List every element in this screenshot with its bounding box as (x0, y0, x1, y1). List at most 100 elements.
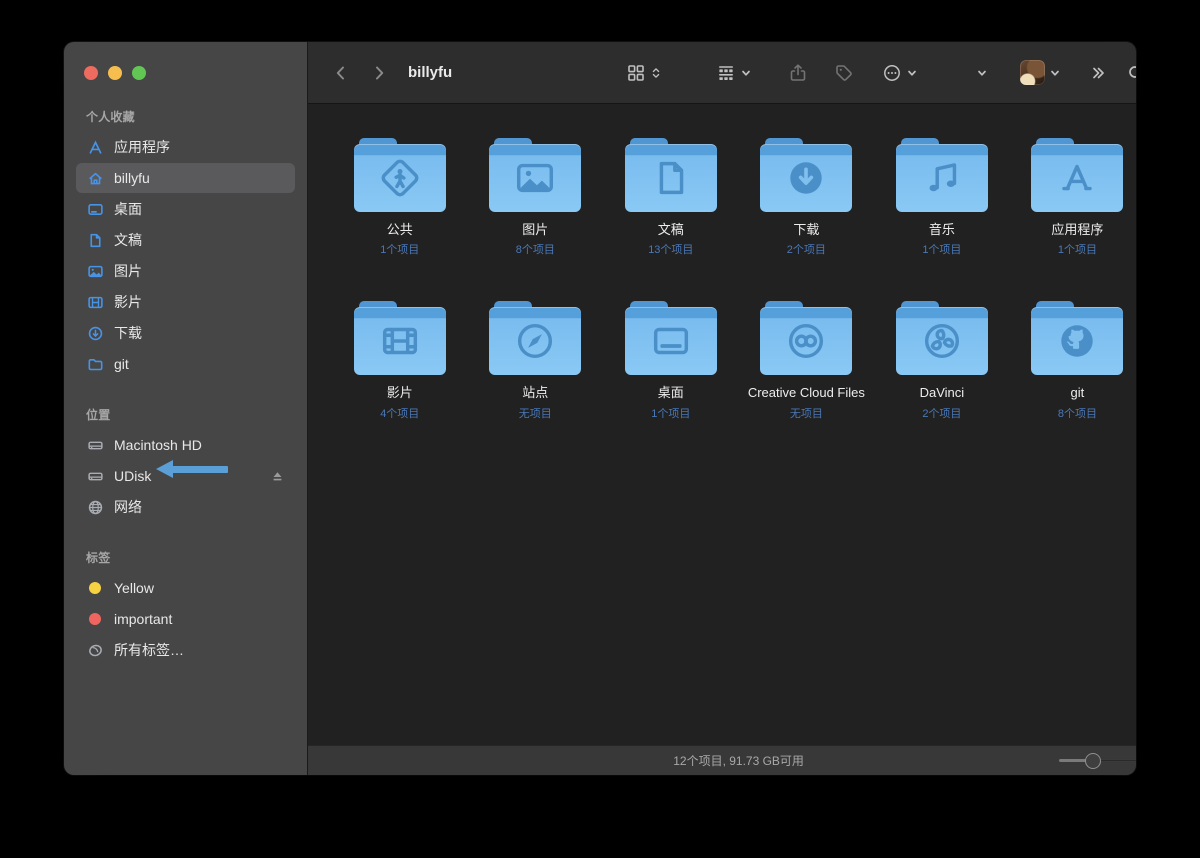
main-area: billyfu (308, 42, 1136, 775)
window-controls (76, 42, 295, 98)
window-title: billyfu (408, 64, 452, 81)
tags-header: 标签 (76, 539, 295, 572)
download-circle-glyph (783, 155, 829, 201)
film-glyph (377, 318, 423, 364)
locations-header: 位置 (76, 396, 295, 429)
sidebar-item-applications[interactable]: 应用程序 (76, 132, 295, 162)
desktop-icon (86, 200, 104, 218)
sidebar-item-label: Macintosh HD (114, 437, 202, 453)
share-icon (788, 63, 808, 83)
sidebar-tag-important[interactable]: important (76, 604, 295, 634)
sidebar-item-label: 文稿 (114, 230, 142, 250)
view-switcher[interactable] (620, 59, 668, 87)
updown-chevrons-icon (650, 67, 662, 79)
sidebar: 个人收藏 应用程序 billyfu 桌面 文稿 图片 影片 下载 (64, 42, 308, 775)
sidebar-item-label: 所有标签… (114, 640, 184, 660)
sidebar-item-label: 影片 (114, 292, 142, 312)
document-icon (86, 231, 104, 249)
more-actions-control[interactable] (876, 59, 924, 87)
group-by-control[interactable] (710, 59, 758, 87)
sidebar-item-label: 网络 (114, 497, 142, 517)
sidebar-item-downloads[interactable]: 下载 (76, 318, 295, 348)
film-icon (86, 293, 104, 311)
sidebar-item-pictures[interactable]: 图片 (76, 256, 295, 286)
desktop-glyph (648, 318, 694, 364)
app-store-icon (86, 138, 104, 156)
chevron-down-icon (976, 67, 988, 79)
sidebar-all-tags[interactable]: 所有标签… (76, 635, 295, 665)
back-button[interactable] (326, 58, 356, 88)
home-icon (86, 169, 104, 187)
close-button[interactable] (84, 66, 98, 80)
folder-item-public[interactable]: 公共 1个项目 (332, 138, 468, 257)
davinci-resolve-glyph (919, 318, 965, 364)
sidebar-item-udisk[interactable]: UDisk (76, 461, 295, 491)
toolbar: billyfu (308, 42, 1136, 104)
avatar (1020, 60, 1045, 85)
sidebar-item-home[interactable]: billyfu (76, 163, 295, 193)
tags-button[interactable] (828, 59, 860, 87)
eject-icon[interactable] (270, 469, 285, 484)
folder-item-davinci[interactable]: DaVinci 2个项目 (874, 301, 1010, 420)
folder-item-pictures[interactable]: 图片 8个项目 (468, 138, 604, 257)
icon-size-slider[interactable] (1059, 753, 1136, 769)
folder-item-music[interactable]: 音乐 1个项目 (874, 138, 1010, 257)
red-tag-icon (86, 610, 104, 628)
sidebar-item-label: 下载 (114, 323, 142, 343)
folder-icon (86, 355, 104, 373)
sidebar-item-documents[interactable]: 文稿 (76, 225, 295, 255)
all-tags-icon (86, 641, 104, 659)
yellow-tag-icon (86, 579, 104, 597)
chevron-down-icon (1049, 67, 1061, 79)
status-bar: 12个项目, 91.73 GB可用 (308, 745, 1136, 775)
minimize-button[interactable] (108, 66, 122, 80)
sidebar-item-label: UDisk (114, 468, 151, 484)
account-control[interactable] (1014, 56, 1067, 89)
folder-item-sites[interactable]: 站点 无项目 (468, 301, 604, 420)
search-icon[interactable] (1121, 58, 1136, 88)
pedestrian-sign-glyph (377, 155, 423, 201)
sidebar-item-git[interactable]: git (76, 349, 295, 379)
sidebar-item-label: 应用程序 (114, 137, 170, 157)
folder-item-movies[interactable]: 影片 4个项目 (332, 301, 468, 420)
folder-item-applications[interactable]: 应用程序 1个项目 (1010, 138, 1136, 257)
globe-icon (86, 498, 104, 516)
icon-view-icon (626, 63, 646, 83)
download-icon (86, 324, 104, 342)
folder-item-creative-cloud[interactable]: Creative Cloud Files 无项目 (739, 301, 875, 420)
folder-item-documents[interactable]: 文稿 13个项目 (603, 138, 739, 257)
overflow-chevrons-icon[interactable] (1083, 58, 1113, 88)
sidebar-item-label: billyfu (114, 170, 150, 186)
sidebar-item-label: 桌面 (114, 199, 142, 219)
creative-cloud-glyph (783, 318, 829, 364)
document-glyph (648, 155, 694, 201)
ellipsis-circle-icon (882, 63, 902, 83)
music-note-glyph (919, 155, 965, 201)
group-by-icon (716, 63, 736, 83)
folder-item-git[interactable]: git 8个项目 (1010, 301, 1136, 420)
sidebar-item-network[interactable]: 网络 (76, 492, 295, 522)
zoom-button[interactable] (132, 66, 146, 80)
status-text: 12个项目, 91.73 GB可用 (673, 752, 804, 769)
folder-item-downloads[interactable]: 下载 2个项目 (739, 138, 875, 257)
folder-item-desktop[interactable]: 桌面 1个项目 (603, 301, 739, 420)
github-glyph (1054, 318, 1100, 364)
sidebar-item-movies[interactable]: 影片 (76, 287, 295, 317)
chevron-down-icon (740, 67, 752, 79)
sidebar-item-desktop[interactable]: 桌面 (76, 194, 295, 224)
compass-glyph (512, 318, 558, 364)
sidebar-item-macintosh-hd[interactable]: Macintosh HD (76, 430, 295, 460)
collapsed-item-control[interactable] (970, 63, 994, 83)
share-button[interactable] (782, 59, 814, 87)
sidebar-item-label: Yellow (114, 580, 154, 596)
slider-knob[interactable] (1085, 753, 1101, 769)
favorites-header: 个人收藏 (76, 98, 295, 131)
sidebar-item-label: git (114, 356, 129, 372)
harddrive-icon (86, 467, 104, 485)
forward-button[interactable] (364, 58, 394, 88)
sidebar-tag-yellow[interactable]: Yellow (76, 573, 295, 603)
tag-icon (834, 63, 854, 83)
sidebar-item-label: important (114, 611, 172, 627)
folder-grid: 公共 1个项目 图片 8个项目 文稿 13个项目 (308, 104, 1136, 745)
sidebar-item-label: 图片 (114, 261, 142, 281)
